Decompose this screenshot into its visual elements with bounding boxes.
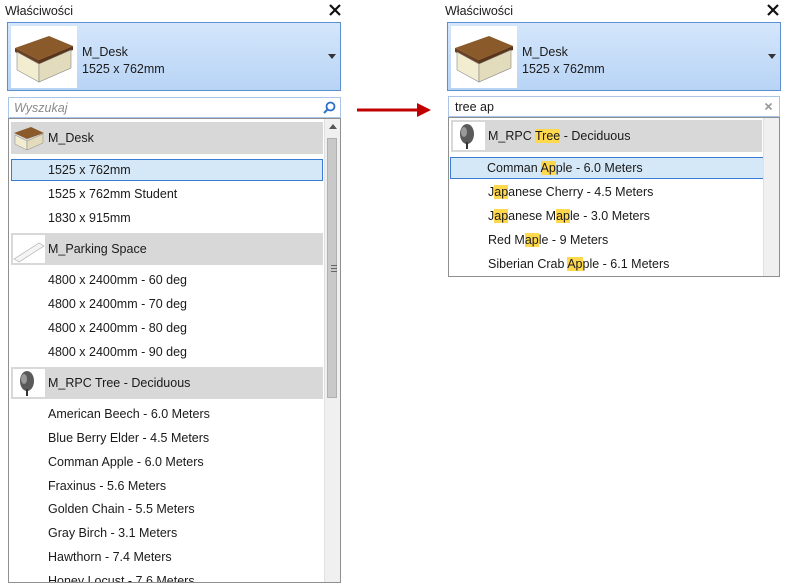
desk-icon xyxy=(14,127,44,151)
list-item[interactable]: Japanese Cherry - 4.5 Meters xyxy=(451,181,762,203)
type-selector[interactable]: M_Desk 1525 x 762mm xyxy=(447,22,781,91)
panel-title: Właściwości xyxy=(5,4,74,18)
list-item[interactable]: 1525 x 762mm xyxy=(11,159,323,181)
scroll-up-icon[interactable] xyxy=(329,124,337,129)
list-item[interactable]: Red Maple - 9 Meters xyxy=(451,229,762,251)
panel-title: Właściwości xyxy=(445,4,514,18)
filtered-dropdown-list: M_RPC Tree - Deciduous Comman Apple - 6.… xyxy=(448,117,780,277)
titlebar: Właściwości xyxy=(0,0,347,22)
list-item[interactable]: 4800 x 2400mm - 90 deg xyxy=(11,341,323,363)
list-item[interactable]: Hawthorn - 7.4 Meters xyxy=(11,546,323,568)
tree-icon xyxy=(13,369,45,397)
close-icon[interactable] xyxy=(327,2,343,18)
list-item[interactable]: 1525 x 762mm Student xyxy=(11,183,323,205)
arrow-right-icon xyxy=(357,103,431,117)
group-header: M_RPC Tree - Deciduous xyxy=(451,120,762,152)
list-item[interactable]: 4800 x 2400mm - 70 deg xyxy=(11,293,323,315)
list-item[interactable]: Comman Apple - 6.0 Meters xyxy=(11,451,323,473)
clear-icon[interactable] xyxy=(762,100,775,113)
group-header: M_Desk xyxy=(11,122,323,154)
tree-icon xyxy=(453,122,485,150)
titlebar: Właściwości xyxy=(440,0,785,22)
list-item[interactable]: Gray Birch - 3.1 Meters xyxy=(11,522,323,544)
list-item[interactable]: Honey Locust - 7.6 Meters xyxy=(11,570,323,582)
search-input[interactable]: tree ap xyxy=(448,96,780,117)
search-icon[interactable] xyxy=(323,101,336,114)
list-item[interactable]: American Beech - 6.0 Meters xyxy=(11,403,323,425)
chevron-down-icon[interactable] xyxy=(328,54,336,59)
search-placeholder: Wyszukaj xyxy=(14,101,68,115)
list-item[interactable]: Comman Apple - 6.0 Meters xyxy=(450,157,778,179)
list-item[interactable]: Japanese Maple - 3.0 Meters xyxy=(451,205,762,227)
search-value: tree ap xyxy=(455,100,494,114)
search-input[interactable]: Wyszukaj xyxy=(8,97,341,118)
group-header: M_Parking Space xyxy=(11,233,323,265)
desk-icon xyxy=(451,26,517,88)
list-item[interactable]: 4800 x 2400mm - 80 deg xyxy=(11,317,323,339)
type-name: M_Desk xyxy=(522,45,568,59)
type-size: 1525 x 762mm xyxy=(82,62,165,76)
list-item[interactable]: Golden Chain - 5.5 Meters xyxy=(11,498,323,520)
list-item[interactable]: 1830 x 915mm xyxy=(11,207,323,229)
list-item[interactable]: 4800 x 2400mm - 60 deg xyxy=(11,269,323,291)
list-item[interactable]: Fraxinus - 5.6 Meters xyxy=(11,475,323,497)
type-selector[interactable]: M_Desk 1525 x 762mm xyxy=(7,22,341,91)
scrollbar[interactable] xyxy=(763,118,779,276)
scrollbar-thumb[interactable] xyxy=(327,138,337,398)
list-item[interactable]: Siberian Crab Apple - 6.1 Meters xyxy=(451,253,762,275)
type-name: M_Desk xyxy=(82,45,128,59)
parking-space-icon xyxy=(13,235,45,263)
group-header: M_RPC Tree - Deciduous xyxy=(11,367,323,399)
close-icon[interactable] xyxy=(765,2,781,18)
type-size: 1525 x 762mm xyxy=(522,62,605,76)
type-dropdown-list: M_Desk 1525 x 762mm 1525 x 762mm Student… xyxy=(8,118,341,583)
chevron-down-icon[interactable] xyxy=(768,54,776,59)
list-item[interactable]: Blue Berry Elder - 4.5 Meters xyxy=(11,427,323,449)
desk-icon xyxy=(11,26,77,88)
scrollbar[interactable] xyxy=(324,119,340,582)
